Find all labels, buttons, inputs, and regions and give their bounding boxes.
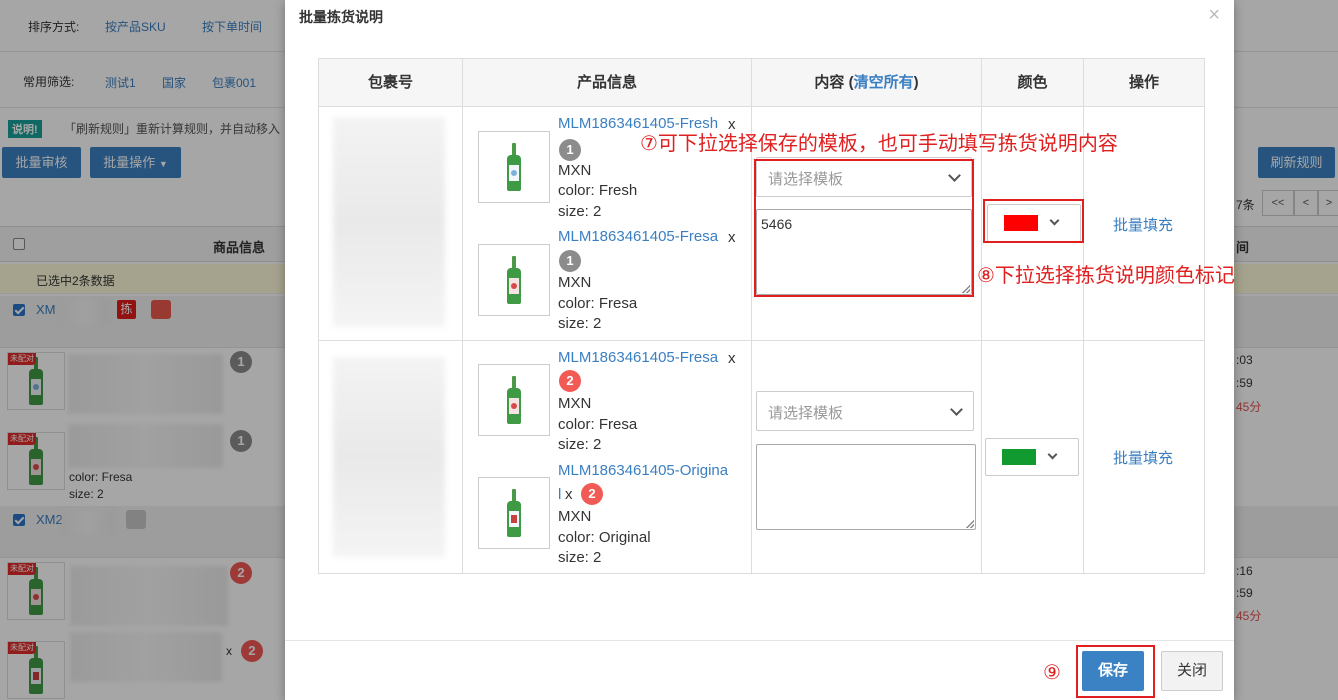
- qty-multiplier: x: [728, 350, 736, 367]
- annotation-step9: ⑨: [1043, 662, 1061, 684]
- package-no-redacted: [333, 117, 445, 327]
- close-button[interactable]: 关闭: [1161, 651, 1223, 691]
- annotation-step8: ⑧下拉选择拣货说明颜色标记: [977, 265, 1235, 287]
- product-color: color: Fresa: [558, 416, 638, 433]
- batch-picking-note-modal: 批量拣货说明 × 包裹号 产品信息 内容 (清空所有) 颜色 操作 MLM186…: [285, 0, 1235, 700]
- modal-title: 批量拣货说明: [299, 9, 383, 25]
- chevron-down-icon: [1047, 449, 1058, 460]
- resize-grip-icon: [966, 520, 974, 528]
- product-currency: MXN: [558, 162, 592, 179]
- qty-badge: 1: [559, 139, 581, 161]
- modal-header: 批量拣货说明 ×: [285, 0, 1234, 32]
- qty-badge: 2: [559, 370, 581, 392]
- content-header-suffix: ): [913, 74, 919, 91]
- color-select[interactable]: [985, 438, 1079, 476]
- template-placeholder: 请选择模板: [768, 405, 844, 422]
- product-sku-link[interactable]: MLM1863461405-Fresa: [558, 228, 718, 245]
- product-sku-link[interactable]: MLM1863461405-Origina: [558, 462, 728, 479]
- bottle-icon: [506, 143, 522, 191]
- col-content: 内容 (清空所有): [752, 59, 981, 107]
- picking-note-textarea[interactable]: [756, 444, 976, 530]
- template-select[interactable]: 请选择模板: [756, 391, 974, 431]
- product-color: color: Original: [558, 529, 651, 546]
- col-action: 操作: [1084, 59, 1204, 107]
- col-package-no: 包裹号: [319, 59, 462, 107]
- product-color: color: Fresa: [558, 295, 638, 312]
- product-size: size: 2: [558, 315, 602, 332]
- product-thumbnail: [478, 244, 550, 316]
- product-thumbnail: [478, 364, 550, 436]
- product-size: size: 2: [558, 203, 602, 220]
- color-swatch: [1002, 449, 1036, 465]
- bottle-icon: [506, 256, 522, 304]
- product-color: color: Fresh: [558, 182, 638, 199]
- annotation-box-content: [754, 159, 974, 297]
- qty-multiplier: x: [728, 229, 736, 246]
- product-currency: MXN: [558, 508, 592, 525]
- product-sku-link-cont[interactable]: l: [558, 486, 561, 503]
- content-header-prefix: 内容 (: [814, 74, 854, 91]
- package-no-redacted: [333, 357, 445, 557]
- bottle-icon: [506, 376, 522, 424]
- qty-badge: 1: [559, 250, 581, 272]
- col-product-info: 产品信息: [463, 59, 751, 107]
- product-currency: MXN: [558, 395, 592, 412]
- batch-fill-link[interactable]: 批量填充: [1113, 214, 1173, 235]
- qty-badge: 2: [581, 483, 603, 505]
- product-thumbnail: [478, 131, 550, 203]
- clear-all-link[interactable]: 清空所有: [854, 74, 914, 91]
- product-sku-link[interactable]: MLM1863461405-Fresa: [558, 349, 718, 366]
- annotation-box-color: [983, 199, 1084, 243]
- qty-multiplier: x: [565, 486, 573, 503]
- save-button[interactable]: 保存: [1082, 651, 1144, 691]
- product-size: size: 2: [558, 436, 602, 453]
- product-currency: MXN: [558, 274, 592, 291]
- product-size: size: 2: [558, 549, 602, 566]
- annotation-step7: ⑦可下拉选择保存的模板，也可手动填写拣货说明内容: [640, 133, 1118, 155]
- chevron-down-icon: [950, 403, 963, 416]
- col-color: 颜色: [982, 59, 1083, 107]
- bottle-icon: [506, 489, 522, 537]
- batch-fill-link[interactable]: 批量填充: [1113, 447, 1173, 468]
- close-icon[interactable]: ×: [1208, 4, 1220, 26]
- product-thumbnail: [478, 477, 550, 549]
